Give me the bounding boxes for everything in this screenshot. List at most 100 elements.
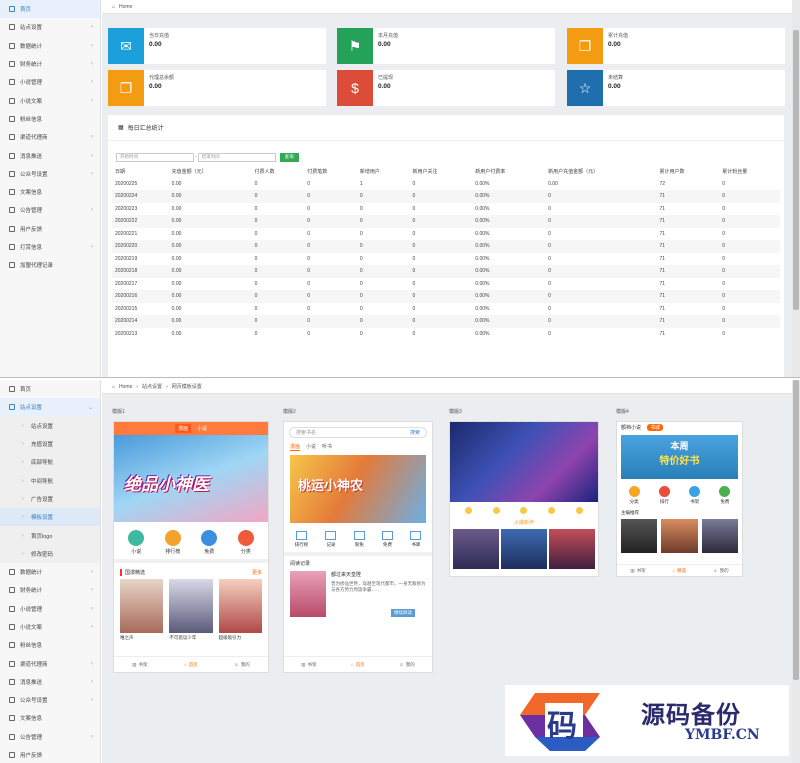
t1-nav-item[interactable]: 小说 — [128, 530, 145, 555]
t1-footer-profile[interactable]: ☺ 我的 — [234, 662, 250, 668]
t4-tab[interactable]: 书城 — [647, 424, 664, 431]
t2-search-button[interactable]: 搜索 — [410, 429, 420, 436]
sidebar-item-8[interactable]: 消息推送 ‹ — [0, 146, 100, 164]
sidebar-item-4[interactable]: › 底部导航 — [0, 453, 100, 472]
sidebar-item-2[interactable]: 数据统计 ‹ — [0, 37, 100, 55]
t2-book-cover[interactable] — [290, 571, 326, 617]
t2-continue-button[interactable]: 继续阅读 — [391, 609, 415, 617]
template-1-preview[interactable]: 漫画 小说 绝品小神医 小说 排行榜 免费 分类 国漫精选 更多 唯之声 不可思议少年超… — [113, 421, 269, 673]
t1-book[interactable]: 唯之声 — [120, 579, 164, 641]
scrollbar-thumb[interactable] — [793, 380, 799, 680]
table-row[interactable]: 20200221 0.00 0 0 0 0 0.00% 0 71 0 — [112, 228, 780, 241]
breadcrumb-home[interactable]: Home — [119, 4, 132, 10]
sidebar-item-13[interactable]: 小说文案 ‹ — [0, 618, 100, 636]
sidebar-item-1[interactable]: 站点设置 ‹ — [0, 18, 100, 36]
t2-nav-item[interactable]: 免费 — [382, 531, 394, 548]
table-row[interactable]: 20200223 0.00 0 0 0 0 0.00% 0 71 0 — [112, 203, 780, 216]
sidebar-item-18[interactable]: 文案信息 — [0, 709, 100, 727]
sidebar-item-5[interactable]: 小说文案 ‹ — [0, 91, 100, 109]
t1-more-link[interactable]: 更多 — [252, 569, 262, 576]
table-row[interactable]: 20200217 0.00 0 0 0 0 0.00% 0 71 0 — [112, 278, 780, 291]
template-4-preview[interactable]: 额档小说 书城 本周 特价好书 分类 排行 书架 免费 主编推荐 ▥ 书架 ⌂ 精选 ☺ 我的 — [616, 421, 743, 577]
table-row[interactable]: 20200214 0.00 0 0 0 0 0.00% 0 71 0 — [112, 315, 780, 328]
sidebar-item-11[interactable]: 公告管理 ‹ — [0, 201, 100, 219]
t4-footer-profile[interactable]: ☺ 我的 — [713, 568, 729, 574]
t1-nav-item[interactable]: 排行榜 — [164, 530, 181, 555]
t4-nav-item[interactable]: 排行 — [658, 486, 670, 505]
sidebar-item-5[interactable]: › 中间导航 — [0, 471, 100, 490]
sidebar-item-9[interactable]: › 修改密码 — [0, 544, 100, 563]
sidebar-item-20[interactable]: 用户反馈 — [0, 746, 100, 763]
sidebar-item-12[interactable]: 小说管理 ‹ — [0, 600, 100, 618]
t2-nav-item[interactable]: 排行榜 — [295, 531, 308, 548]
breadcrumb-site-settings[interactable]: 站点设置 — [142, 383, 162, 390]
t4-footer-featured[interactable]: ⌂ 精选 — [672, 568, 686, 574]
template-3-preview[interactable]: 火爆新作 — [449, 421, 599, 577]
sidebar-item-3[interactable]: › 充值设置 — [0, 434, 100, 454]
table-row[interactable]: 20200213 0.00 0 0 0 0 0.00% 0 71 0 — [112, 328, 780, 341]
t2-tab[interactable]: 小说 — [306, 443, 316, 451]
sidebar-item-8[interactable]: › 首页logo — [0, 526, 100, 545]
sidebar-item-16[interactable]: 消息推送 ‹ — [0, 673, 100, 691]
t1-tab-comic[interactable]: 漫画 — [174, 424, 191, 433]
scrollbar-thumb[interactable] — [793, 30, 799, 310]
t1-footer-home[interactable]: ⌂ 首页 — [184, 662, 198, 668]
table-row[interactable]: 20200215 0.00 0 0 0 0 0.00% 0 71 0 — [112, 303, 780, 316]
sidebar-item-19[interactable]: 公告管理 ‹ — [0, 728, 100, 746]
t2-tab[interactable]: 漫画 — [290, 443, 301, 451]
sidebar-item-9[interactable]: 公众号设置 ‹ — [0, 165, 100, 183]
t1-nav-item[interactable]: 分类 — [237, 530, 254, 555]
t2-book-title[interactable]: 都过来天皇陛 — [331, 571, 426, 578]
sidebar-item-2[interactable]: › 站点设置 — [0, 416, 100, 435]
sidebar-item-14[interactable]: 加盟代理记录 — [0, 256, 100, 274]
t1-nav-item[interactable]: 免费 — [201, 530, 218, 555]
t4-footer-bookshelf[interactable]: ▥ 书架 — [630, 568, 645, 574]
t2-nav-item[interactable]: 书库 — [410, 531, 422, 548]
sidebar-item-4[interactable]: 小说管理 ‹ — [0, 73, 100, 91]
t4-nav-item[interactable]: 书架 — [689, 486, 701, 505]
start-date-input[interactable]: 开始时间 — [116, 152, 194, 162]
search-button[interactable]: 查询 — [279, 152, 299, 162]
table-row[interactable]: 20200222 0.00 0 0 0 0 0.00% 0 71 0 — [112, 215, 780, 228]
sidebar-item-1[interactable]: 站点设置 ⌄ — [0, 398, 100, 417]
table-row[interactable]: 20200224 0.00 0 0 0 0 0.00% 0 71 0 — [112, 190, 780, 203]
scrollbar[interactable] — [792, 380, 800, 763]
template-2-preview[interactable]: 搜索书名 搜索 漫画 小说 听书 桃运小神农 排行榜 记录 限免 免费 书库 阅读记录 都过… — [283, 421, 433, 673]
sidebar-item-17[interactable]: 公众号设置 ‹ — [0, 691, 100, 709]
end-date-input[interactable]: 结束时间 — [197, 152, 276, 162]
t2-footer-home[interactable]: ⌂ 首页 — [351, 662, 365, 668]
sidebar-item-7[interactable]: › 模板设置 — [0, 508, 100, 527]
sidebar-item-12[interactable]: 用户反馈 — [0, 220, 100, 238]
t2-nav-item[interactable]: 记录 — [325, 531, 337, 548]
t1-tab-novel[interactable]: 小说 — [197, 425, 207, 432]
t2-footer-bookshelf[interactable]: ▥ 书架 — [301, 662, 316, 668]
table-row[interactable]: 20200219 0.00 0 0 0 0 0.00% 0 71 0 — [112, 253, 780, 266]
table-row[interactable]: 20200225 0.00 0 0 1 0 0.00% 0.00 72 0 — [112, 178, 780, 191]
sidebar-item-0[interactable]: 首页 — [0, 380, 100, 398]
sidebar-item-7[interactable]: 渠道代理商 ‹ — [0, 128, 100, 146]
table-row[interactable]: 20200218 0.00 0 0 0 0 0.00% 0 71 0 — [112, 265, 780, 278]
table-row[interactable]: 20200216 0.00 0 0 0 0 0.00% 0 71 0 — [112, 290, 780, 303]
sidebar-item-11[interactable]: 财务统计 ‹ — [0, 581, 100, 599]
t1-footer-bookshelf[interactable]: ▥ 书架 — [132, 662, 147, 668]
t4-nav-item[interactable]: 免费 — [719, 486, 731, 505]
sidebar-item-0[interactable]: 首页 — [0, 0, 100, 19]
table-row[interactable]: 20200220 0.00 0 0 0 0 0.00% 0 71 0 — [112, 240, 780, 253]
t1-book[interactable]: 不可思议少年 — [169, 579, 213, 641]
sidebar-item-13[interactable]: 打赏信息 ‹ — [0, 238, 100, 256]
sidebar-item-10[interactable]: 数据统计 ‹ — [0, 563, 100, 581]
t1-book[interactable]: 超级吸引力 — [218, 579, 262, 641]
t4-nav-item[interactable]: 分类 — [628, 486, 640, 505]
sidebar-item-3[interactable]: 财务统计 ‹ — [0, 55, 100, 73]
t2-search-input[interactable]: 搜索书名 — [296, 429, 316, 436]
sidebar-item-14[interactable]: 粉丝信息 — [0, 636, 100, 654]
t2-footer-profile[interactable]: ☺ 我的 — [399, 662, 415, 668]
t2-nav-item[interactable]: 限免 — [353, 531, 365, 548]
sidebar-item-15[interactable]: 渠道代理商 ‹ — [0, 654, 100, 672]
scrollbar[interactable] — [792, 0, 800, 377]
sidebar-item-6[interactable]: 粉丝信息 — [0, 110, 100, 128]
t2-tab[interactable]: 听书 — [322, 443, 332, 451]
sidebar-item-6[interactable]: › 广告设置 — [0, 489, 100, 509]
breadcrumb-home[interactable]: Home — [119, 384, 132, 390]
sidebar-item-10[interactable]: 文案信息 — [0, 183, 100, 201]
